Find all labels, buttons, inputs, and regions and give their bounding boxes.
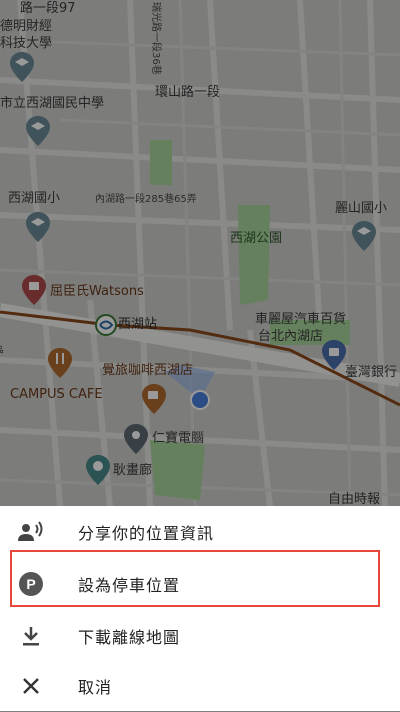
menu-item-label: 取消 [78, 678, 113, 697]
map-dim-overlay[interactable] [0, 0, 400, 506]
menu-item-download-offline[interactable]: 下載離線地圖 [0, 610, 400, 662]
download-icon [18, 623, 44, 649]
close-icon [18, 673, 44, 699]
highlight-box [10, 550, 380, 607]
share-location-icon [18, 519, 44, 545]
bottom-sheet-menu: 分享你的位置資訊 P 設為停車位置 下載離線地圖 取消 [0, 506, 400, 711]
menu-item-label: 分享你的位置資訊 [78, 524, 215, 543]
map-view[interactable]: 路一段97 德明財經 科技大學 瑞光路一段36巷 環山路一段 市立西湖國民中學 … [0, 0, 400, 506]
menu-item-cancel[interactable]: 取消 [0, 660, 400, 712]
menu-item-label: 下載離線地圖 [78, 628, 181, 647]
